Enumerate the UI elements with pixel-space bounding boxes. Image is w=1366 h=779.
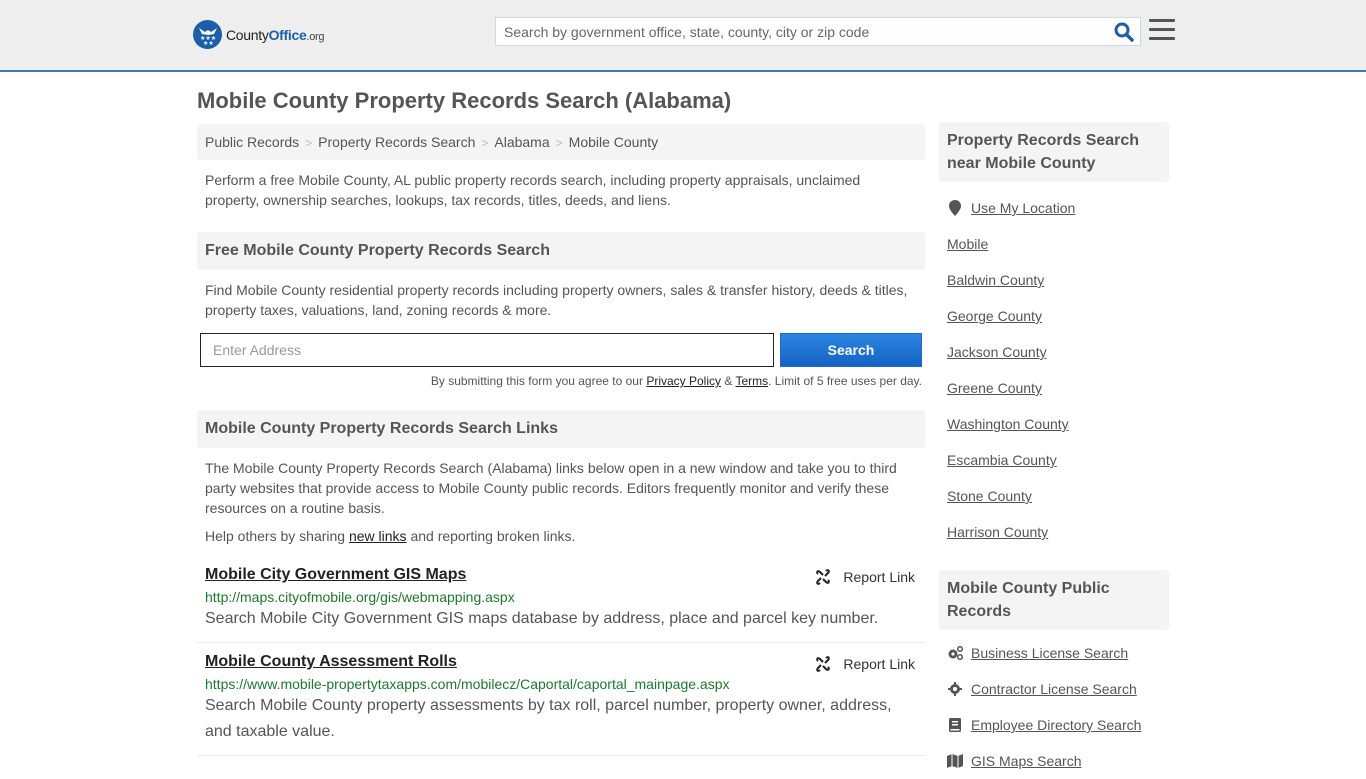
nearby-link-escambia-county[interactable]: Escambia County <box>947 452 1057 468</box>
links-section-heading: Mobile County Property Records Search Li… <box>197 410 925 448</box>
breadcrumb-property-records-search[interactable]: Property Records Search <box>318 134 475 150</box>
sidebar-list-item: Business License Search <box>947 635 1161 671</box>
sidebar-list-item: GIS Maps Search <box>947 743 1161 779</box>
public-records-list: Business License Search Contractor Licen… <box>939 635 1169 779</box>
nearby-link-mobile[interactable]: Mobile <box>947 236 988 252</box>
map-icon <box>947 754 963 768</box>
sidebar-list-item: Escambia County <box>947 442 1161 478</box>
site-search-input[interactable] <box>496 18 1096 45</box>
free-search-heading: Free Mobile County Property Records Sear… <box>197 232 925 270</box>
broken-link-icon <box>816 569 831 585</box>
nearby-link-harrison-county[interactable]: Harrison County <box>947 524 1048 540</box>
nearby-list: Use My Location Mobile Baldwin County Ge… <box>939 190 1169 550</box>
resource-link-item: Mobile City Government GIS Maps Report L… <box>197 556 925 643</box>
site-logo[interactable]: ★★★ ★★ CountyOffice.org <box>193 20 325 49</box>
nearby-link-jackson-county[interactable]: Jackson County <box>947 344 1047 360</box>
page-title: Mobile County Property Records Search (A… <box>197 88 732 113</box>
gis-maps-search-link[interactable]: GIS Maps Search <box>971 753 1082 769</box>
svg-text:★★: ★★ <box>203 40 214 45</box>
sidebar-list-item: Baldwin County <box>947 262 1161 298</box>
business-license-search-link[interactable]: Business License Search <box>971 645 1128 661</box>
public-records-heading: Mobile County Public Records <box>939 570 1169 630</box>
employee-directory-search-link[interactable]: Employee Directory Search <box>971 717 1141 733</box>
main-content: Public Records > Property Records Search > A… <box>197 124 925 756</box>
help-text: Help others by sharing new links and rep… <box>205 528 576 544</box>
resource-link-url: https://www.mobile-propertytaxapps.com/m… <box>205 676 730 692</box>
cogs-icon <box>947 646 963 660</box>
report-link-button[interactable]: Report Link <box>815 569 915 585</box>
resource-link-description: Search Mobile County property assessment… <box>205 697 892 740</box>
sidebar-list-item: George County <box>947 298 1161 334</box>
breadcrumb: Public Records > Property Records Search > A… <box>197 124 925 160</box>
gear-icon <box>947 682 963 696</box>
sidebar-list-item: Washington County <box>947 406 1161 442</box>
address-search-button[interactable]: Search <box>780 333 922 367</box>
sidebar: Property Records Search near Mobile Coun… <box>939 122 1169 779</box>
nearby-heading: Property Records Search near Mobile Coun… <box>939 122 1169 182</box>
sidebar-list-item: Stone County <box>947 478 1161 514</box>
sidebar-list-item: Contractor License Search <box>947 671 1161 707</box>
site-search <box>495 17 1141 46</box>
resource-link-title[interactable]: Mobile County Assessment Rolls <box>205 653 457 671</box>
use-my-location-item: Use My Location <box>947 190 1161 226</box>
broken-link-icon <box>816 656 831 672</box>
breadcrumb-separator: > <box>555 136 563 150</box>
site-header: ★★★ ★★ CountyOffice.org <box>0 0 1366 72</box>
breadcrumb-alabama[interactable]: Alabama <box>494 134 549 150</box>
search-icon[interactable] <box>1114 22 1134 42</box>
sidebar-list-item: Harrison County <box>947 514 1161 550</box>
privacy-policy-link[interactable]: Privacy Policy <box>646 374 721 388</box>
resource-link-description: Search Mobile City Government GIS maps d… <box>205 610 879 627</box>
resource-link-title[interactable]: Mobile City Government GIS Maps <box>205 566 466 584</box>
book-icon <box>947 718 963 732</box>
breadcrumb-separator: > <box>305 136 313 150</box>
new-links-link[interactable]: new links <box>349 528 407 544</box>
nearby-link-baldwin-county[interactable]: Baldwin County <box>947 272 1044 288</box>
nearby-link-george-county[interactable]: George County <box>947 308 1042 324</box>
logo-wordmark: CountyOffice.org <box>226 26 325 43</box>
hamburger-menu-icon[interactable] <box>1149 19 1175 41</box>
breadcrumb-public-records[interactable]: Public Records <box>205 134 299 150</box>
breadcrumb-mobile-county[interactable]: Mobile County <box>569 134 659 150</box>
sidebar-list-item: Jackson County <box>947 334 1161 370</box>
intro-text: Perform a free Mobile County, AL public … <box>205 172 861 208</box>
address-input[interactable] <box>200 333 774 367</box>
sidebar-list-item: Employee Directory Search <box>947 707 1161 743</box>
links-section-description: The Mobile County Property Records Searc… <box>205 460 897 516</box>
use-my-location-link[interactable]: Use My Location <box>971 200 1075 216</box>
resource-link-item: Mobile County Assessment Rolls Report Li… <box>197 643 925 756</box>
eagle-logo-icon: ★★★ ★★ <box>193 20 222 49</box>
sidebar-list-item: Greene County <box>947 370 1161 406</box>
sidebar-list-item: Mobile <box>947 226 1161 262</box>
map-marker-icon <box>947 200 963 216</box>
address-search-form: Search <box>197 333 925 373</box>
breadcrumb-separator: > <box>481 136 489 150</box>
nearby-link-stone-county[interactable]: Stone County <box>947 488 1032 504</box>
terms-link[interactable]: Terms <box>735 374 768 388</box>
report-link-button[interactable]: Report Link <box>815 656 915 672</box>
form-disclaimer: By submitting this form you agree to our… <box>430 374 922 388</box>
contractor-license-search-link[interactable]: Contractor License Search <box>971 681 1137 697</box>
nearby-link-greene-county[interactable]: Greene County <box>947 380 1042 396</box>
nearby-link-washington-county[interactable]: Washington County <box>947 416 1069 432</box>
free-search-description: Find Mobile County residential property … <box>205 282 908 318</box>
resource-link-url: http://maps.cityofmobile.org/gis/webmapp… <box>205 589 515 605</box>
